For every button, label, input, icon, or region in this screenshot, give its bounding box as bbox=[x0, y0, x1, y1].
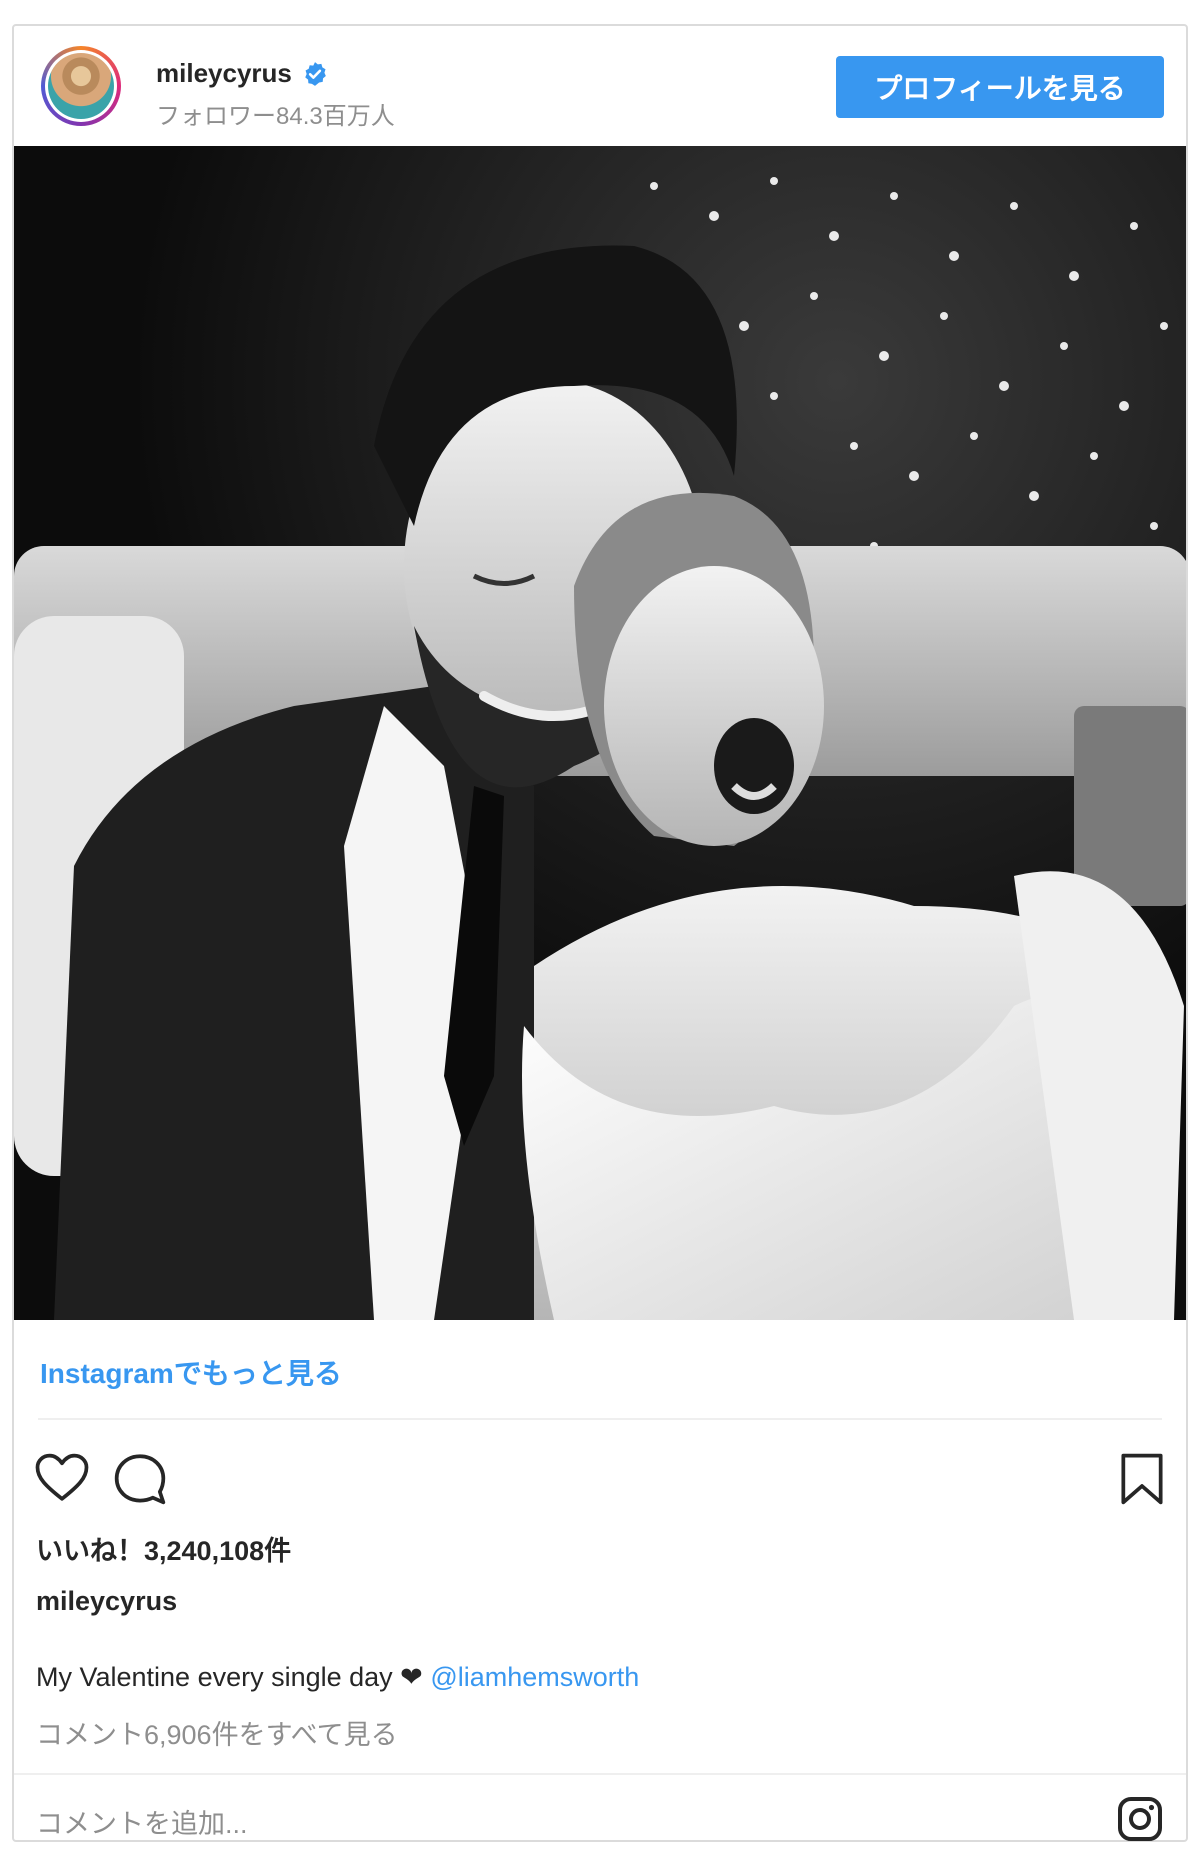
caption-text: My Valentine every single day ❤ bbox=[36, 1662, 423, 1692]
divider bbox=[38, 1418, 1162, 1420]
view-more-on-instagram-link[interactable]: Instagramでもっと見る bbox=[40, 1352, 342, 1392]
post-header: mileycyrus フォロワー84.3百万人 プロフィールを見る bbox=[14, 26, 1186, 146]
photo-illustration bbox=[14, 146, 1186, 1320]
heart-icon[interactable] bbox=[34, 1451, 90, 1507]
post-caption: My Valentine every single day ❤ @liamhem… bbox=[36, 1662, 639, 1693]
follower-count: フォロワー84.3百万人 bbox=[156, 103, 395, 130]
verified-badge-icon bbox=[305, 61, 326, 86]
instagram-logo-icon[interactable] bbox=[1116, 1795, 1164, 1843]
avatar-ring bbox=[45, 50, 117, 122]
avatar[interactable] bbox=[41, 46, 121, 126]
instagram-embed-card: mileycyrus フォロワー84.3百万人 プロフィールを見る Instag… bbox=[12, 24, 1188, 1842]
username-link[interactable]: mileycyrus bbox=[156, 58, 292, 89]
avatar-photo bbox=[48, 53, 114, 119]
caption-username-link[interactable]: mileycyrus bbox=[36, 1586, 177, 1617]
comment-icon[interactable] bbox=[112, 1451, 168, 1507]
username-row: mileycyrus bbox=[156, 58, 328, 89]
mention-link[interactable]: @liamhemsworth bbox=[430, 1662, 639, 1692]
view-all-comments-link[interactable]: コメント6,906件をすべて見る bbox=[36, 1713, 398, 1752]
like-count: いいね！3,240,108件 bbox=[36, 1536, 292, 1566]
bookmark-icon[interactable] bbox=[1118, 1451, 1166, 1507]
divider bbox=[14, 1773, 1186, 1775]
add-comment-input[interactable]: コメントを追加... bbox=[36, 1802, 248, 1841]
view-profile-button[interactable]: プロフィールを見る bbox=[836, 56, 1164, 118]
post-photo[interactable] bbox=[14, 146, 1186, 1320]
